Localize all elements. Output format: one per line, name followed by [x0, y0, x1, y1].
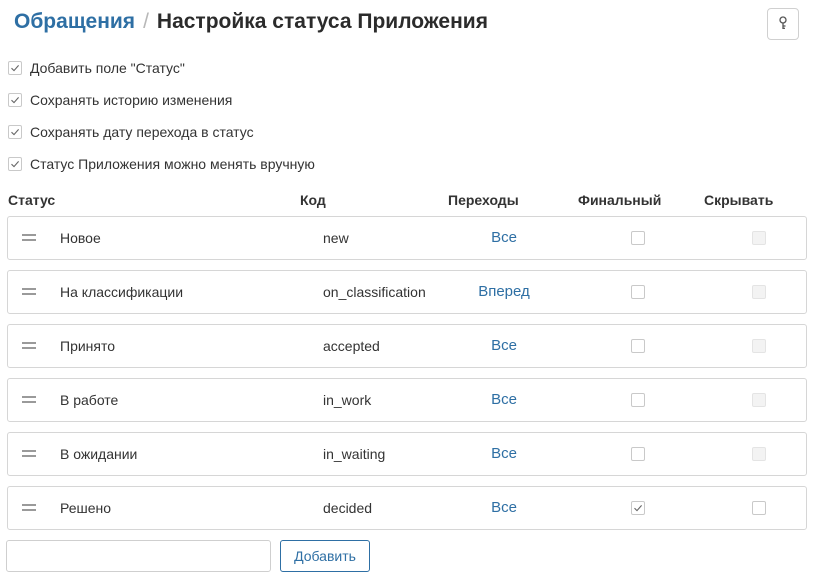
option-manual-change[interactable]: Статус Приложения можно менять вручную	[8, 148, 315, 180]
option-label: Добавить поле "Статус"	[30, 60, 185, 76]
column-header-code: Код	[300, 192, 326, 208]
option-checkbox[interactable]	[8, 61, 22, 75]
settings-options: Добавить поле "Статус" Сохранять историю…	[8, 52, 315, 180]
status-row: Принято accepted Все	[7, 324, 807, 368]
final-checkbox[interactable]	[631, 447, 645, 461]
option-save-history[interactable]: Сохранять историю изменения	[8, 84, 315, 116]
drag-handle-icon[interactable]	[22, 234, 36, 242]
status-code: in_waiting	[323, 446, 386, 462]
hide-checkbox	[752, 285, 766, 299]
hide-checkbox	[752, 393, 766, 407]
drag-handle-icon[interactable]	[22, 342, 36, 350]
drag-handle-icon[interactable]	[22, 450, 36, 458]
transitions-link[interactable]: Все	[444, 445, 564, 462]
status-row: В работе in_work Все	[7, 378, 807, 422]
add-status-button[interactable]: Добавить	[280, 540, 370, 572]
status-row: На классификации on_classification Впере…	[7, 270, 807, 314]
option-checkbox[interactable]	[8, 157, 22, 171]
drag-handle-icon[interactable]	[22, 396, 36, 404]
status-code: accepted	[323, 338, 380, 354]
transitions-link[interactable]: Все	[444, 229, 564, 246]
status-name: В работе	[60, 392, 119, 408]
transitions-link[interactable]: Все	[444, 391, 564, 408]
status-code: new	[323, 230, 349, 246]
status-row: Решено decided Все	[7, 486, 807, 530]
column-header-transitions: Переходы	[448, 192, 519, 208]
option-label: Сохранять дату перехода в статус	[30, 124, 254, 140]
transitions-link[interactable]: Все	[444, 499, 564, 516]
breadcrumb-link-requests[interactable]: Обращения	[14, 10, 135, 34]
option-save-transition-date[interactable]: Сохранять дату перехода в статус	[8, 116, 315, 148]
status-row: Новое new Все	[7, 216, 807, 260]
transitions-link[interactable]: Все	[444, 337, 564, 354]
status-code: decided	[323, 500, 373, 516]
option-add-status-field[interactable]: Добавить поле "Статус"	[8, 52, 315, 84]
hide-checkbox	[752, 339, 766, 353]
column-header-hide: Скрывать	[704, 192, 774, 208]
page-title: Настройка статуса Приложения	[156, 10, 488, 33]
option-checkbox[interactable]	[8, 125, 22, 139]
status-name: В ожидании	[60, 446, 138, 462]
breadcrumb-separator: /	[143, 10, 149, 33]
status-code: in_work	[323, 392, 372, 408]
status-code: on_classification	[323, 284, 426, 300]
key-icon	[778, 15, 788, 33]
hide-checkbox	[752, 447, 766, 461]
final-checkbox[interactable]	[631, 501, 645, 515]
status-name: Решено	[60, 500, 112, 516]
status-name: Новое	[60, 230, 101, 246]
final-checkbox[interactable]	[631, 339, 645, 353]
option-label: Сохранять историю изменения	[30, 92, 233, 108]
transitions-link[interactable]: Вперед	[444, 283, 564, 300]
option-label: Статус Приложения можно менять вручную	[30, 156, 315, 172]
column-header-status: Статус	[8, 192, 56, 208]
status-name: На классификации	[60, 284, 184, 300]
help-button[interactable]	[767, 8, 799, 40]
final-checkbox[interactable]	[631, 393, 645, 407]
hide-checkbox[interactable]	[752, 501, 766, 515]
status-row: В ожидании in_waiting Все	[7, 432, 807, 476]
final-checkbox[interactable]	[631, 231, 645, 245]
column-header-final: Финальный	[578, 192, 662, 208]
drag-handle-icon[interactable]	[22, 288, 36, 296]
status-list: Новое new Все На классификации on_classi…	[7, 216, 807, 540]
final-checkbox[interactable]	[631, 285, 645, 299]
option-checkbox[interactable]	[8, 93, 22, 107]
table-header: Статус Код Переходы Финальный Скрывать	[0, 190, 815, 210]
breadcrumb: Обращения / Настройка статуса Приложения	[14, 10, 488, 38]
drag-handle-icon[interactable]	[22, 504, 36, 512]
status-name: Принято	[60, 338, 116, 354]
new-status-input[interactable]	[6, 540, 271, 572]
hide-checkbox	[752, 231, 766, 245]
